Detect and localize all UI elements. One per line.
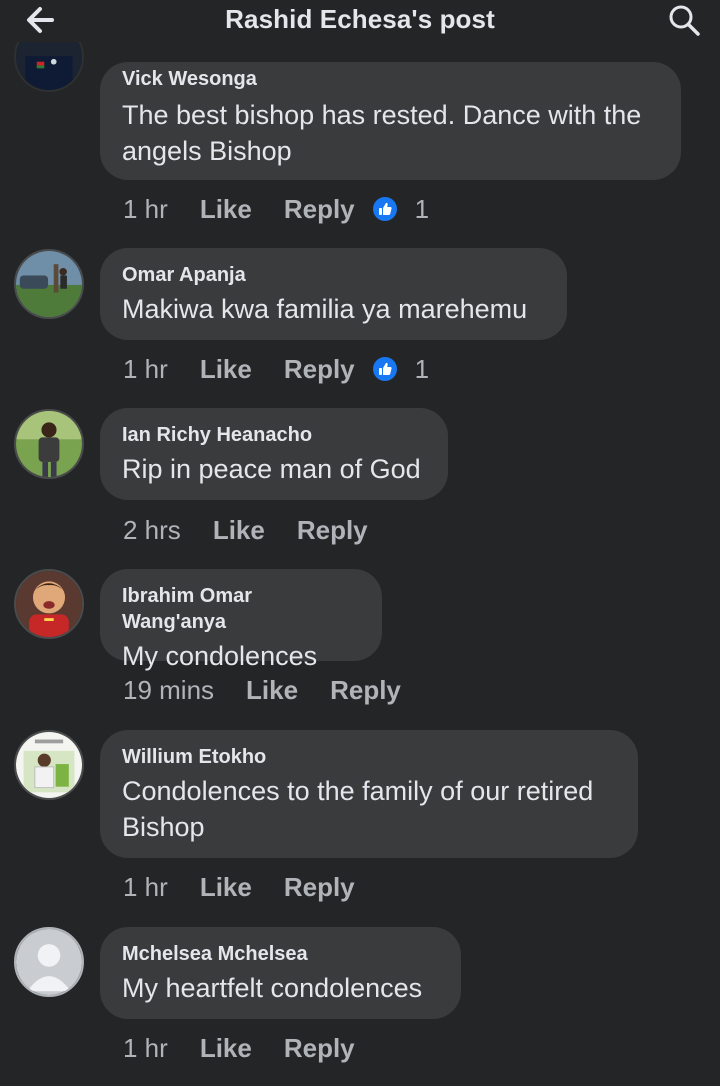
- comment-time[interactable]: 19 mins: [123, 675, 214, 706]
- comment-time[interactable]: 1 hr: [123, 194, 168, 225]
- reply-button[interactable]: Reply: [284, 1033, 355, 1064]
- reaction-count: 1: [414, 193, 430, 224]
- comment-actions: 1 hr Like Reply: [123, 1030, 373, 1066]
- comment-text-line: Rip in peace man of God: [122, 454, 421, 484]
- like-reaction-icon[interactable]: [372, 357, 397, 381]
- like-button[interactable]: Like: [200, 1033, 252, 1064]
- comment-bubble[interactable]: Ian Richy Heanacho Rip in peace man of G…: [100, 408, 448, 500]
- comment-bubble[interactable]: Omar Apanja Makiwa kwa familia ya marehe…: [100, 248, 567, 340]
- comment-text-line: My condolences: [122, 641, 318, 671]
- avatar-image: [16, 571, 82, 637]
- comment-bubble[interactable]: Vick Wesonga The best bishop has rested.…: [100, 62, 681, 180]
- reaction-count: 1: [414, 353, 430, 384]
- avatar-image: [16, 251, 82, 317]
- comment-bubble[interactable]: Mchelsea Mchelsea My heartfelt condolenc…: [100, 927, 461, 1019]
- like-button[interactable]: Like: [246, 675, 298, 706]
- comment-text-line: The best bishop has rested. Dance with t…: [122, 100, 642, 130]
- comment-author[interactable]: Omar Apanja: [122, 262, 545, 288]
- comment-actions: 1 hr Like Reply 1: [123, 351, 429, 387]
- like-button[interactable]: Like: [200, 872, 252, 903]
- reply-button[interactable]: Reply: [284, 354, 355, 385]
- comment-text-line: Condolences to the family of our retired: [122, 776, 594, 806]
- like-button[interactable]: Like: [213, 515, 265, 546]
- like-button[interactable]: Like: [200, 194, 252, 225]
- reply-button[interactable]: Reply: [330, 675, 401, 706]
- avatar[interactable]: [14, 927, 84, 997]
- comment-actions: 2 hrs Like Reply: [123, 512, 386, 548]
- avatar[interactable]: [14, 730, 84, 800]
- avatar[interactable]: [14, 409, 84, 479]
- reply-button[interactable]: Reply: [284, 872, 355, 903]
- comment-actions: 1 hr Like Reply: [123, 869, 373, 905]
- default-avatar-icon: [16, 929, 82, 995]
- avatar-image: [16, 411, 82, 477]
- avatar[interactable]: [14, 249, 84, 319]
- page-title: Rashid Echesa's post: [225, 4, 495, 34]
- search-button[interactable]: [664, 0, 704, 40]
- comment-time[interactable]: 1 hr: [123, 1033, 168, 1064]
- comment-actions: 1 hr Like Reply 1: [123, 191, 429, 227]
- search-icon: [669, 5, 700, 36]
- reply-button[interactable]: Reply: [297, 515, 368, 546]
- comment-time[interactable]: 1 hr: [123, 872, 168, 903]
- avatar-image: [16, 732, 82, 798]
- avatar[interactable]: [14, 569, 84, 639]
- comment-author[interactable]: Ibrahim Omar Wang'anya: [122, 583, 360, 635]
- comment-text-line: angels Bishop: [122, 136, 292, 166]
- comment-text-line: Bishop: [122, 812, 205, 842]
- post-comments-page: Rashid Echesa's post Vick Wesonga The be…: [0, 0, 720, 1086]
- comment-author[interactable]: Vick Wesonga: [122, 66, 659, 92]
- comment-author[interactable]: Mchelsea Mchelsea: [122, 941, 439, 967]
- comment-author[interactable]: Ian Richy Heanacho: [122, 422, 426, 448]
- comment-bubble[interactable]: Willium Etokho Condolences to the family…: [100, 730, 638, 858]
- comment-time[interactable]: 1 hr: [123, 354, 168, 385]
- comment-author[interactable]: Willium Etokho: [122, 744, 616, 770]
- top-bar: Rashid Echesa's post: [0, 0, 720, 42]
- comment-text-line: My heartfelt condolences: [122, 973, 423, 1003]
- comment-actions: 19 mins Like Reply: [123, 672, 419, 708]
- like-button[interactable]: Like: [200, 354, 252, 385]
- comment-text-line: Makiwa kwa familia ya marehemu: [122, 294, 528, 324]
- like-reaction-icon[interactable]: [372, 197, 397, 221]
- comment-time[interactable]: 2 hrs: [123, 515, 181, 546]
- reply-button[interactable]: Reply: [284, 194, 355, 225]
- comment-bubble[interactable]: Ibrahim Omar Wang'anya My condolences: [100, 569, 382, 671]
